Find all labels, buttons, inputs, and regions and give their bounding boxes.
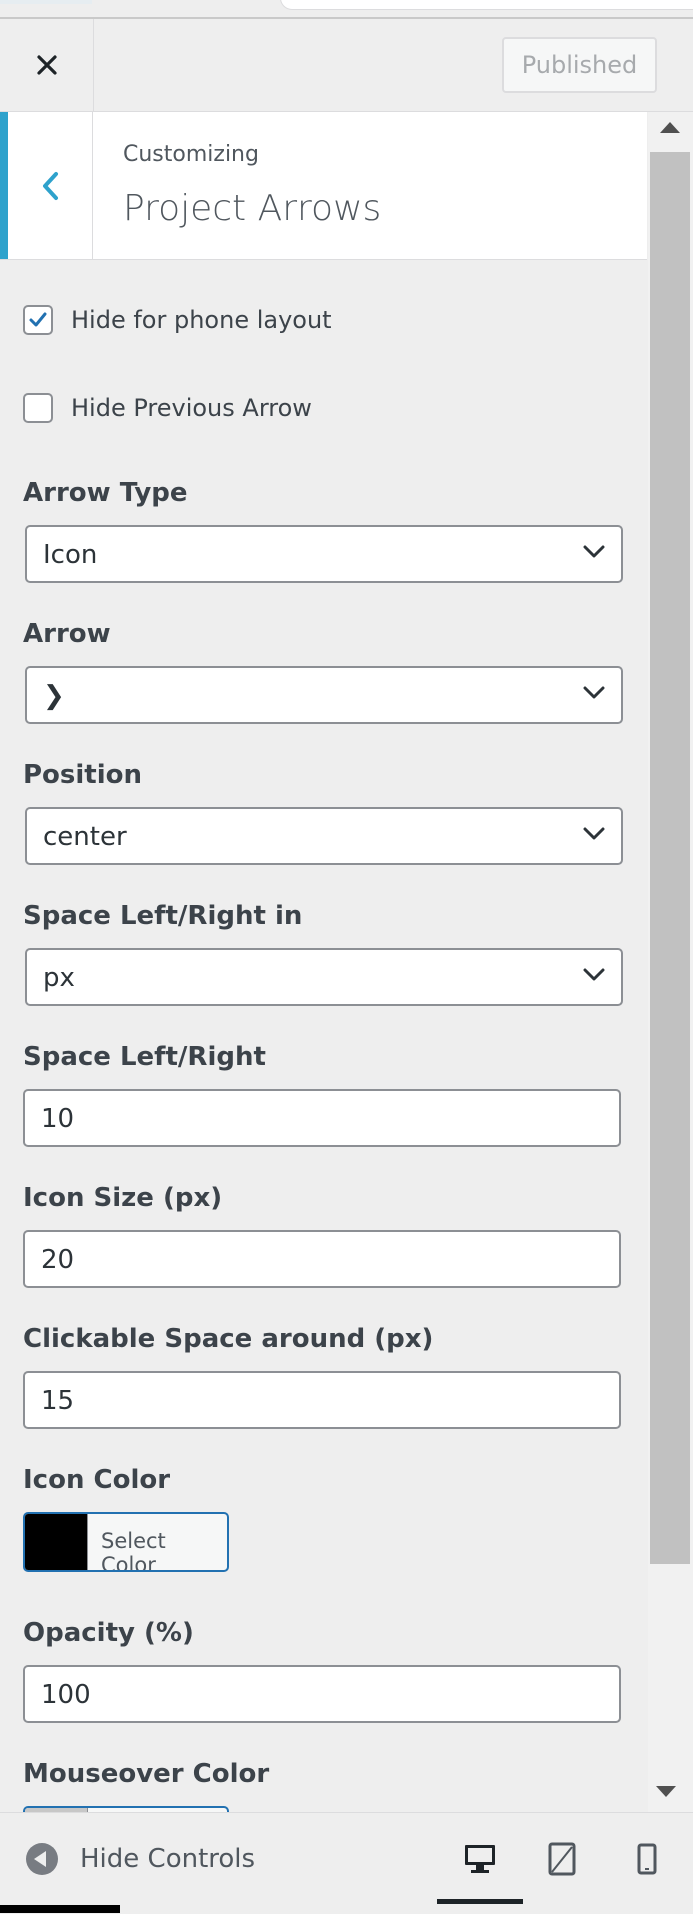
position-label: Position [23,760,143,790]
position-value: center [43,822,127,852]
space-unit-label: Space Left/Right in [23,901,303,931]
select-color-label: Select Color [101,1529,166,1572]
icon-color-button[interactable]: Select Color [23,1512,229,1572]
active-device-indicator [437,1899,523,1904]
clickable-space-value: 15 [41,1386,75,1416]
icon-size-value: 20 [41,1245,75,1275]
hide-controls-button[interactable]: Hide Controls [26,1843,255,1875]
opacity-value: 100 [41,1680,91,1710]
arrow-type-select[interactable]: Icon [25,525,623,583]
chevron-down-icon [583,545,605,558]
icon-size-input[interactable]: 20 [23,1230,621,1288]
close-button[interactable] [0,19,94,111]
arrow-type-label: Arrow Type [23,478,188,508]
position-select[interactable]: center [25,807,623,865]
scroll-down-arrow-icon[interactable] [656,1786,676,1797]
published-button[interactable]: Published [502,37,657,93]
breadcrumb: Customizing [123,142,259,167]
hide-previous-label: Hide Previous Arrow [71,394,312,422]
back-button[interactable] [0,112,93,259]
chevron-down-icon [583,686,605,699]
section-heading: Customizing Project Arrows [0,112,647,260]
icon-color-label: Icon Color [23,1465,171,1495]
checkmark-icon [29,312,47,327]
browser-top-strip [0,0,693,19]
section-title: Project Arrows [123,188,382,229]
taskbar-edge [0,1905,120,1913]
space-unit-select[interactable]: px [25,948,623,1006]
hide-phone-checkbox[interactable] [23,305,53,335]
hide-previous-checkbox[interactable] [23,393,53,423]
tablet-preview-button[interactable] [538,1835,586,1883]
arrow-value: ❯ [43,681,65,711]
desktop-preview-button[interactable] [456,1835,504,1883]
color-swatch [25,1514,88,1570]
close-icon [36,55,57,75]
arrow-select[interactable]: ❯ [25,666,623,724]
scrollbar-thumb[interactable] [650,152,690,1564]
tablet-icon [548,1842,576,1876]
chevron-down-icon [583,827,605,840]
browser-tab [0,0,92,4]
chevron-left-icon [43,171,58,200]
mobile-preview-button[interactable] [623,1835,671,1883]
hide-phone-checkbox-row[interactable]: Hide for phone layout [23,305,332,335]
customizer-header: Published [0,19,693,112]
clickable-space-input[interactable]: 15 [23,1371,621,1429]
opacity-input[interactable]: 100 [23,1665,621,1723]
desktop-icon [465,1845,495,1873]
clickable-space-label: Clickable Space around (px) [23,1324,434,1354]
address-bar [280,0,693,10]
collapse-arrow-icon [26,1843,58,1875]
space-label: Space Left/Right [23,1042,266,1072]
space-input[interactable]: 10 [23,1089,621,1147]
controls-panel: Hide for phone layout Hide Previous Arro… [0,260,647,1812]
space-value: 10 [41,1104,75,1134]
chevron-down-icon [583,968,605,981]
mouseover-color-label: Mouseover Color [23,1759,270,1789]
arrow-label: Arrow [23,619,111,649]
arrow-type-value: Icon [43,540,98,570]
icon-size-label: Icon Size (px) [23,1183,223,1213]
hide-previous-checkbox-row[interactable]: Hide Previous Arrow [23,393,312,423]
mobile-icon [637,1843,657,1875]
space-unit-value: px [43,963,75,993]
hide-phone-label: Hide for phone layout [71,306,332,334]
hide-controls-label: Hide Controls [80,1844,256,1874]
scroll-up-arrow-icon[interactable] [660,122,680,133]
customizer-footer: Hide Controls [0,1812,693,1914]
opacity-label: Opacity (%) [23,1618,194,1648]
